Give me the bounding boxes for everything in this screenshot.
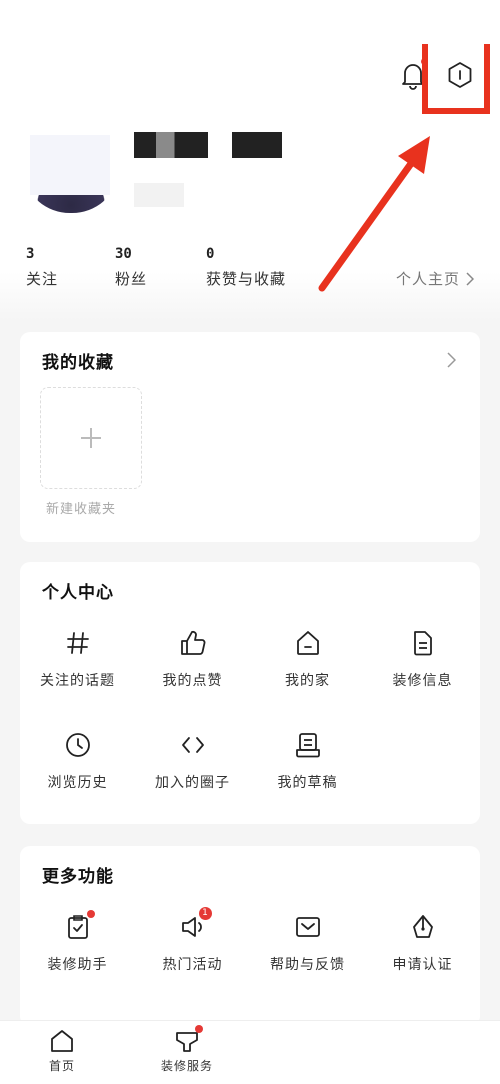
service-icon bbox=[173, 1025, 203, 1055]
tab-home[interactable]: 首页 bbox=[22, 1027, 102, 1074]
stat-count: 30 bbox=[115, 246, 132, 262]
notification-dot bbox=[86, 910, 95, 918]
tab-label: 首页 bbox=[48, 1059, 75, 1073]
badge-count: 1 bbox=[198, 907, 212, 920]
favorites-card: 我的收藏 新建收藏夹 bbox=[20, 332, 480, 542]
grid-item-label: 帮助与反馈 bbox=[270, 957, 345, 973]
draft-icon bbox=[293, 730, 323, 760]
personal-center-title: 个人中心 bbox=[42, 583, 114, 603]
stat-count: 3 bbox=[26, 246, 35, 262]
user-subtitle-redacted bbox=[134, 183, 184, 207]
grid-item-help-feedback[interactable]: 帮助与反馈 bbox=[250, 912, 365, 974]
grid-item-label: 申请认证 bbox=[392, 957, 453, 973]
username-redacted-2 bbox=[232, 132, 282, 158]
highlight-box bbox=[422, 44, 490, 114]
stat-fans[interactable]: 30 粉丝 bbox=[115, 246, 147, 289]
tab-renovation-service[interactable]: 装修服务 bbox=[147, 1025, 227, 1074]
grid-item-my-home[interactable]: 我的家 bbox=[250, 628, 365, 690]
stat-likes-favorites[interactable]: 0 获赞与收藏 bbox=[206, 246, 286, 289]
stat-following[interactable]: 3 关注 bbox=[26, 246, 58, 289]
grid-item-followed-topics[interactable]: 关注的话题 bbox=[20, 628, 135, 690]
clock-icon bbox=[63, 730, 93, 760]
hashtag-icon bbox=[63, 628, 93, 658]
personal-center-card: 个人中心 关注的话题 我的点赞 我的家 装修信息 浏览历史 加入的圈子 我的草稿 bbox=[20, 562, 480, 824]
chevron-right-icon bbox=[466, 271, 474, 286]
pen-nib-icon bbox=[408, 912, 438, 942]
chevron-right-icon[interactable] bbox=[446, 352, 456, 368]
plus-icon bbox=[81, 428, 101, 448]
grid-item-label: 装修信息 bbox=[392, 673, 453, 689]
grid-item-label: 我的点赞 bbox=[162, 673, 223, 689]
grid-item-hot-activities[interactable]: 1 热门活动 bbox=[135, 907, 250, 974]
home-tab-icon bbox=[48, 1027, 76, 1055]
grid-item-browse-history[interactable]: 浏览历史 bbox=[20, 730, 135, 792]
grid-item-my-likes[interactable]: 我的点赞 bbox=[135, 628, 250, 690]
stat-label: 关注 bbox=[26, 270, 59, 288]
new-folder-label: 新建收藏夹 bbox=[46, 502, 117, 517]
bottom-tab-bar: 首页 装修服务 bbox=[0, 1020, 500, 1084]
more-functions-card: 更多功能 装修助手 1 热门活动 帮助与反馈 申请认证 bbox=[20, 846, 480, 1026]
new-folder-button[interactable] bbox=[40, 387, 142, 489]
grid-item-renovation-assistant[interactable]: 装修助手 bbox=[20, 910, 135, 974]
mail-icon bbox=[293, 912, 323, 942]
stat-count: 0 bbox=[206, 246, 215, 262]
grid-item-label: 加入的圈子 bbox=[155, 775, 230, 791]
avatar-blur-mask bbox=[30, 135, 110, 195]
document-icon bbox=[408, 628, 438, 658]
grid-item-label: 我的家 bbox=[285, 673, 330, 689]
thumbs-up-icon bbox=[178, 628, 208, 658]
grid-item-label: 我的草稿 bbox=[277, 775, 338, 791]
tab-label: 装修服务 bbox=[160, 1059, 213, 1073]
stat-label: 获赞与收藏 bbox=[206, 270, 287, 288]
code-brackets-icon bbox=[178, 730, 208, 760]
homepage-link-label: 个人主页 bbox=[395, 270, 460, 288]
grid-item-my-drafts[interactable]: 我的草稿 bbox=[250, 730, 365, 792]
homepage-link[interactable]: 个人主页 bbox=[396, 268, 474, 289]
grid-item-apply-certification[interactable]: 申请认证 bbox=[365, 912, 480, 974]
favorites-title: 我的收藏 bbox=[42, 353, 114, 373]
more-functions-title: 更多功能 bbox=[42, 867, 114, 887]
notification-dot bbox=[195, 1025, 203, 1033]
megaphone-icon: 1 bbox=[178, 907, 212, 942]
username-redacted bbox=[134, 132, 208, 158]
clipboard-check-icon bbox=[63, 910, 95, 942]
grid-item-label: 热门活动 bbox=[162, 957, 223, 973]
grid-item-label: 装修助手 bbox=[47, 957, 108, 973]
stat-label: 粉丝 bbox=[115, 270, 148, 288]
home-icon bbox=[293, 628, 323, 658]
grid-item-renovation-info[interactable]: 装修信息 bbox=[365, 628, 480, 690]
grid-item-joined-circles[interactable]: 加入的圈子 bbox=[135, 730, 250, 792]
grid-item-label: 关注的话题 bbox=[40, 673, 115, 689]
grid-item-label: 浏览历史 bbox=[47, 775, 108, 791]
